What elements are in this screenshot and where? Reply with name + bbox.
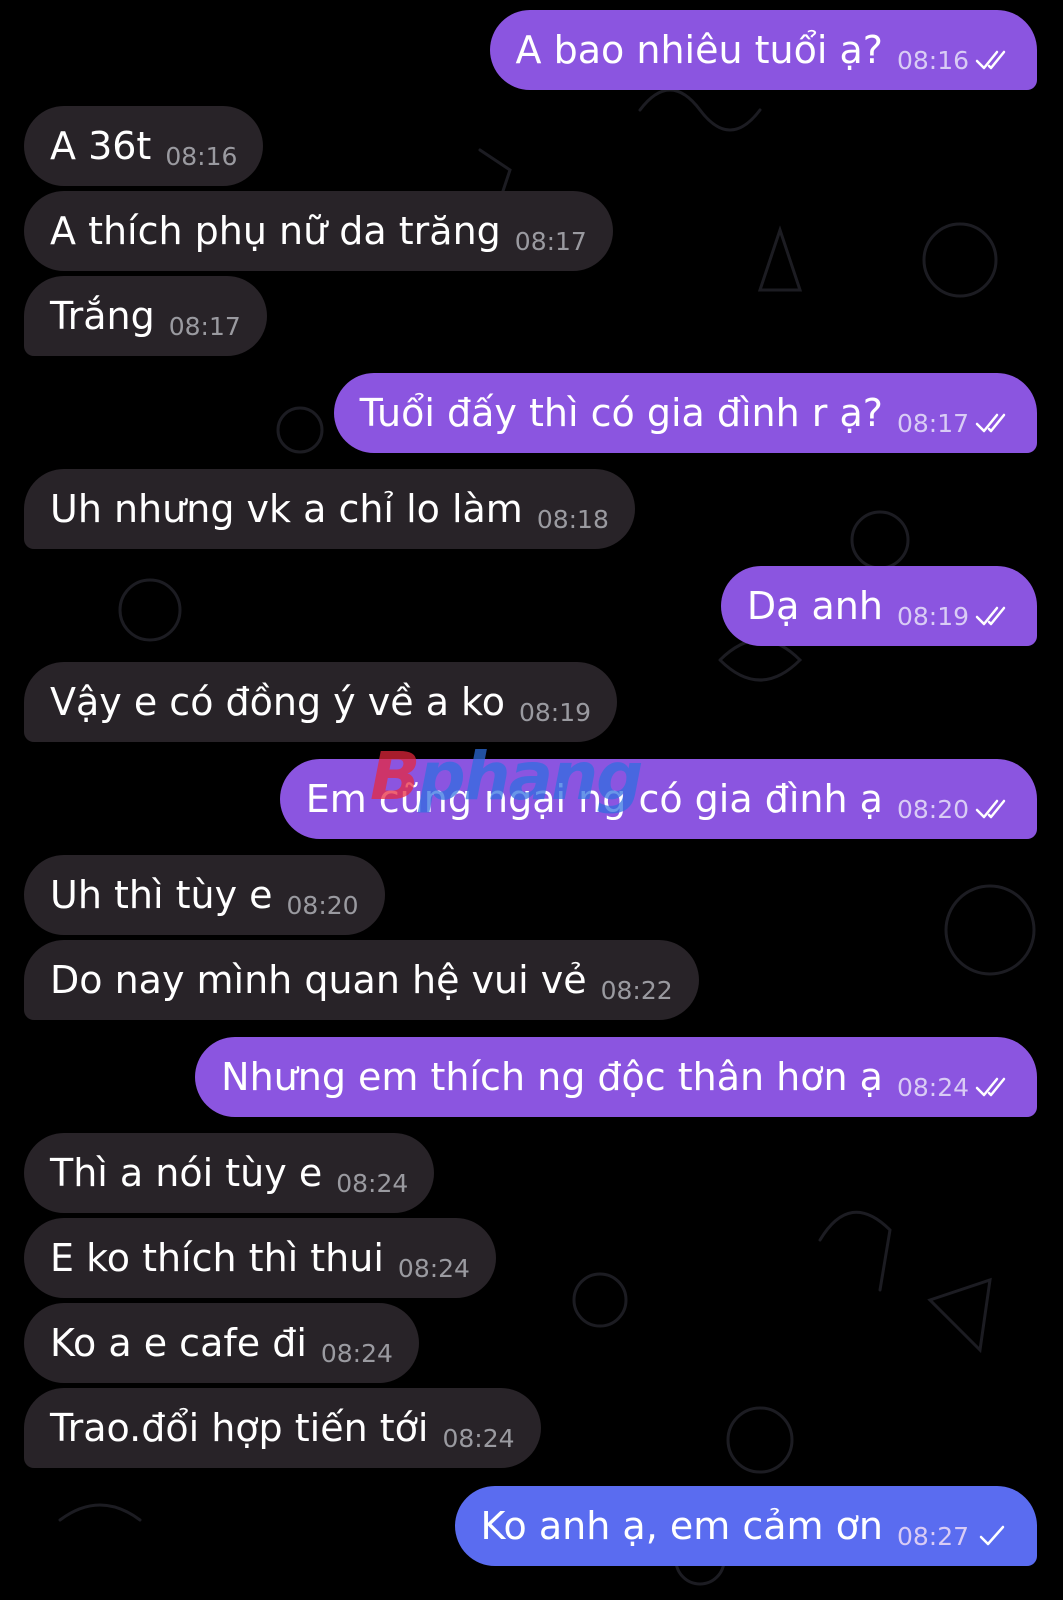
message-text: Do nay mình quan hệ vui vẻ bbox=[50, 958, 587, 1002]
message-time: 08:24 bbox=[320, 1338, 393, 1368]
read-double-check-icon bbox=[975, 606, 1006, 626]
message-text: Trao.đổi hợp tiến tới bbox=[50, 1406, 429, 1450]
message-bubble-outgoing[interactable]: Tuổi đấy thì có gia đình r ạ? 08:17 bbox=[333, 373, 1037, 453]
message-bubble-incoming[interactable]: Vậy e có đồng ý về a ko 08:19 bbox=[24, 662, 618, 742]
message-bubble-incoming[interactable]: A 36t 08:16 bbox=[24, 106, 264, 186]
message-text: Thì a nói tùy e bbox=[50, 1151, 323, 1195]
message-bubble-incoming[interactable]: Trao.đổi hợp tiến tới 08:24 bbox=[24, 1388, 541, 1468]
message-text: Tuổi đấy thì có gia đình r ạ? bbox=[359, 391, 883, 435]
chat-view[interactable]: A bao nhiêu tuổi ạ? 08:16 A 36t 08:16 A … bbox=[0, 0, 1063, 1600]
message-time: 08:19 bbox=[896, 601, 969, 631]
message-time: 08:27 bbox=[896, 1521, 969, 1551]
read-double-check-icon bbox=[975, 413, 1006, 433]
message-bubble-outgoing[interactable]: Em cũng ngại ng có gia đình ạ 08:20 bbox=[279, 759, 1037, 839]
message-bubble-outgoing[interactable]: Dạ anh 08:19 bbox=[720, 566, 1037, 646]
message-text: Uh nhưng vk a chỉ lo làm bbox=[50, 487, 523, 531]
message-time: 08:24 bbox=[442, 1423, 515, 1453]
message-bubble-outgoing[interactable]: A bao nhiêu tuổi ạ? 08:16 bbox=[489, 10, 1037, 90]
message-bubble-incoming[interactable]: Do nay mình quan hệ vui vẻ 08:22 bbox=[24, 940, 699, 1020]
message-time: 08:24 bbox=[896, 1072, 969, 1102]
message-time: 08:24 bbox=[336, 1168, 409, 1198]
message-bubble-outgoing[interactable]: Nhưng em thích ng độc thân hơn ạ 08:24 bbox=[195, 1037, 1037, 1117]
message-bubble-incoming[interactable]: Thì a nói tùy e 08:24 bbox=[24, 1133, 435, 1213]
message-time: 08:20 bbox=[286, 890, 359, 920]
message-time: 08:19 bbox=[518, 697, 592, 727]
message-time: 08:22 bbox=[600, 975, 673, 1005]
message-bubble-incoming[interactable]: Ko a e cafe đi 08:24 bbox=[24, 1303, 419, 1383]
message-text: Uh thì tùy e bbox=[50, 873, 273, 917]
message-text: Em cũng ngại ng có gia đình ạ bbox=[305, 777, 883, 821]
message-text: Trắng bbox=[50, 294, 155, 338]
message-time: 08:20 bbox=[896, 794, 969, 824]
message-text: Nhưng em thích ng độc thân hơn ạ bbox=[221, 1055, 883, 1099]
message-time: 08:16 bbox=[165, 141, 238, 171]
read-double-check-icon bbox=[975, 799, 1006, 819]
message-text: Vậy e có đồng ý về a ko bbox=[50, 680, 505, 724]
message-bubble-incoming[interactable]: Uh thì tùy e 08:20 bbox=[24, 855, 385, 935]
message-time: 08:17 bbox=[168, 311, 241, 341]
message-text: A bao nhiêu tuổi ạ? bbox=[515, 28, 883, 72]
message-text: A thích phụ nữ da trăng bbox=[50, 209, 501, 253]
message-time: 08:17 bbox=[896, 408, 969, 438]
message-text: E ko thích thì thui bbox=[50, 1236, 384, 1280]
message-text: Dạ anh bbox=[746, 584, 883, 628]
message-time: 08:24 bbox=[397, 1253, 470, 1283]
message-bubble-incoming[interactable]: Trắng 08:17 bbox=[24, 276, 267, 356]
read-double-check-icon bbox=[975, 1077, 1006, 1097]
message-text: A 36t bbox=[50, 124, 152, 168]
message-bubble-incoming[interactable]: E ko thích thì thui 08:24 bbox=[24, 1218, 496, 1298]
message-time: 08:16 bbox=[896, 45, 969, 75]
message-bubble-incoming[interactable]: A thích phụ nữ da trăng 08:17 bbox=[24, 191, 613, 271]
message-time: 08:17 bbox=[514, 226, 587, 256]
message-bubble-outgoing[interactable]: Ko anh ạ, em cảm ơn 08:27 bbox=[454, 1486, 1037, 1566]
message-time: 08:18 bbox=[536, 504, 609, 534]
message-text: Ko a e cafe đi bbox=[50, 1321, 307, 1365]
read-double-check-icon bbox=[975, 50, 1006, 70]
message-text: Ko anh ạ, em cảm ơn bbox=[480, 1504, 883, 1548]
message-bubble-incoming[interactable]: Uh nhưng vk a chỉ lo làm 08:18 bbox=[24, 469, 635, 549]
sent-check-icon bbox=[979, 1525, 1005, 1546]
